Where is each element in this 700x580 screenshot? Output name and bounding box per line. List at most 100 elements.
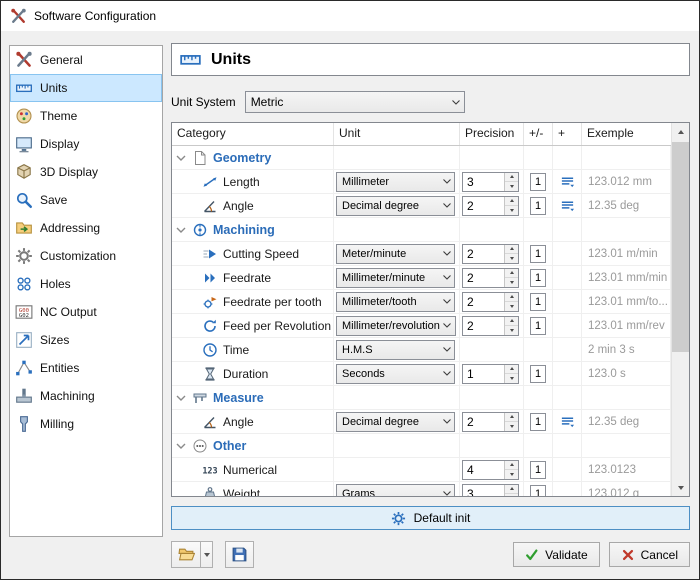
tolerance-input-cutting-speed[interactable]: 1 [530,245,546,263]
sidebar-item-general[interactable]: General [10,46,162,74]
precision-spinbox-length[interactable]: 3 [462,172,519,192]
sidebar-item-nc-output[interactable]: G00G02NC Output [10,298,162,326]
group-row-measure[interactable]: Measure [172,386,671,410]
tolerance-input-angle[interactable]: 1 [530,197,546,215]
spin-down-button[interactable] [505,278,518,287]
precision-spinbox-angle[interactable]: 2 [462,196,519,216]
precision-spinbox-feed-per-revolution[interactable]: 2 [462,316,519,336]
sidebar-item-display[interactable]: Display [10,130,162,158]
precision-spinbox-feedrate-per-tooth[interactable]: 2 [462,292,519,312]
group-row-machining[interactable]: Machining [172,218,671,242]
tolerance-input-weight[interactable]: 1 [530,485,546,497]
tolerance-input-feedrate[interactable]: 1 [530,269,546,287]
table-row-angle[interactable]: AngleDecimal degree2112.35 deg [172,410,671,434]
unit-select-angle[interactable]: Decimal degree [336,412,455,432]
spin-down-button[interactable] [505,326,518,335]
spin-down-button[interactable] [505,470,518,479]
table-scrollbar[interactable] [671,123,689,496]
table-row-time[interactable]: TimeH.M.S2 min 3 s [172,338,671,362]
scrollbar-thumb[interactable] [672,142,689,352]
sidebar-item-3d-display[interactable]: 3D Display [10,158,162,186]
group-row-geometry[interactable]: Geometry [172,146,671,170]
format-list-button-length[interactable] [560,174,575,189]
scrollbar-track[interactable] [672,140,689,479]
spin-down-button[interactable] [505,494,518,496]
table-row-cutting-speed[interactable]: Cutting SpeedMeter/minute21123.01 m/min [172,242,671,266]
unit-select-weight[interactable]: Grams [336,484,455,497]
spin-up-button[interactable] [505,173,518,183]
spin-up-button[interactable] [505,485,518,495]
precision-spinbox-duration[interactable]: 1 [462,364,519,384]
spin-down-button[interactable] [505,182,518,191]
spin-down-button[interactable] [505,302,518,311]
tolerance-input-feed-per-revolution[interactable]: 1 [530,317,546,335]
format-list-button-angle[interactable] [560,198,575,213]
tolerance-input-angle[interactable]: 1 [530,413,546,431]
spin-up-button[interactable] [505,293,518,303]
spin-down-button[interactable] [505,422,518,431]
precision-spinbox-feedrate[interactable]: 2 [462,268,519,288]
table-row-weight[interactable]: WeightGrams31123.012 g [172,482,671,496]
table-row-feedrate-per-tooth[interactable]: Feedrate per toothMillimeter/tooth21123.… [172,290,671,314]
spin-down-button[interactable] [505,254,518,263]
title-bar[interactable]: Software Configuration [1,1,699,31]
feedrate-icon [202,270,218,286]
sidebar-item-machining[interactable]: Machining [10,382,162,410]
scroll-up-button[interactable] [672,123,689,140]
spin-down-button[interactable] [505,374,518,383]
unit-select-feedrate[interactable]: Millimeter/minute [336,268,455,288]
precision-cell: 2 [460,266,524,289]
precision-spinbox-cutting-speed[interactable]: 2 [462,244,519,264]
precision-spinbox-angle[interactable]: 2 [462,412,519,432]
sidebar-item-sizes[interactable]: Sizes [10,326,162,354]
unit-select-angle[interactable]: Decimal degree [336,196,455,216]
sidebar-item-milling[interactable]: Milling [10,410,162,438]
unit-select-feedrate-per-tooth[interactable]: Millimeter/tooth [336,292,455,312]
sidebar-item-theme[interactable]: Theme [10,102,162,130]
table-content: CategoryUnitPrecision+/-+Exemple Geometr… [172,123,671,496]
unit-select-feed-per-revolution[interactable]: Millimeter/revolution [336,316,456,336]
save-file-button[interactable] [225,541,254,568]
table-row-length[interactable]: LengthMillimeter31123.012 mm [172,170,671,194]
sidebar-item-customization[interactable]: Customization [10,242,162,270]
open-file-button[interactable] [171,541,200,568]
validate-button[interactable]: Validate [513,542,599,567]
group-row-other[interactable]: Other [172,434,671,458]
spin-up-button[interactable] [505,269,518,279]
tools-icon [15,51,33,69]
table-row-feed-per-revolution[interactable]: Feed per RevolutionMillimeter/revolution… [172,314,671,338]
unit-select-length[interactable]: Millimeter [336,172,455,192]
tolerance-input-feedrate-per-tooth[interactable]: 1 [530,293,546,311]
table-row-duration[interactable]: DurationSeconds11123.0 s [172,362,671,386]
spin-up-button[interactable] [505,197,518,207]
spin-up-button[interactable] [505,413,518,423]
table-row-feedrate[interactable]: FeedrateMillimeter/minute21123.01 mm/min [172,266,671,290]
spin-up-button[interactable] [505,245,518,255]
sidebar-item-holes[interactable]: Holes [10,270,162,298]
unit-select-duration[interactable]: Seconds [336,364,455,384]
tolerance-input-length[interactable]: 1 [530,173,546,191]
tolerance-input-numerical[interactable]: 1 [530,461,546,479]
spin-up-button[interactable] [505,365,518,375]
precision-spinbox-weight[interactable]: 3 [462,484,519,497]
unit-select-time[interactable]: H.M.S [336,340,455,360]
tolerance-cell: 1 [524,194,553,217]
unit-system-select[interactable]: Metric [245,91,465,113]
unit-select-cutting-speed[interactable]: Meter/minute [336,244,455,264]
scroll-down-button[interactable] [672,479,689,496]
spin-up-button[interactable] [505,317,518,327]
sidebar-item-units[interactable]: Units [10,74,162,102]
sidebar-item-save[interactable]: Save [10,186,162,214]
sidebar-item-addressing[interactable]: Addressing [10,214,162,242]
sidebar-item-entities[interactable]: Entities [10,354,162,382]
open-file-dropdown[interactable] [200,541,213,568]
tolerance-input-duration[interactable]: 1 [530,365,546,383]
table-row-numerical[interactable]: 123Numerical41123.0123 [172,458,671,482]
spin-down-button[interactable] [505,206,518,215]
default-init-button[interactable]: Default init [171,506,690,530]
precision-spinbox-numerical[interactable]: 4 [462,460,519,480]
cancel-button[interactable]: Cancel [609,542,690,567]
format-list-button-angle[interactable] [560,414,575,429]
table-row-angle[interactable]: AngleDecimal degree2112.35 deg [172,194,671,218]
spin-up-button[interactable] [505,461,518,471]
